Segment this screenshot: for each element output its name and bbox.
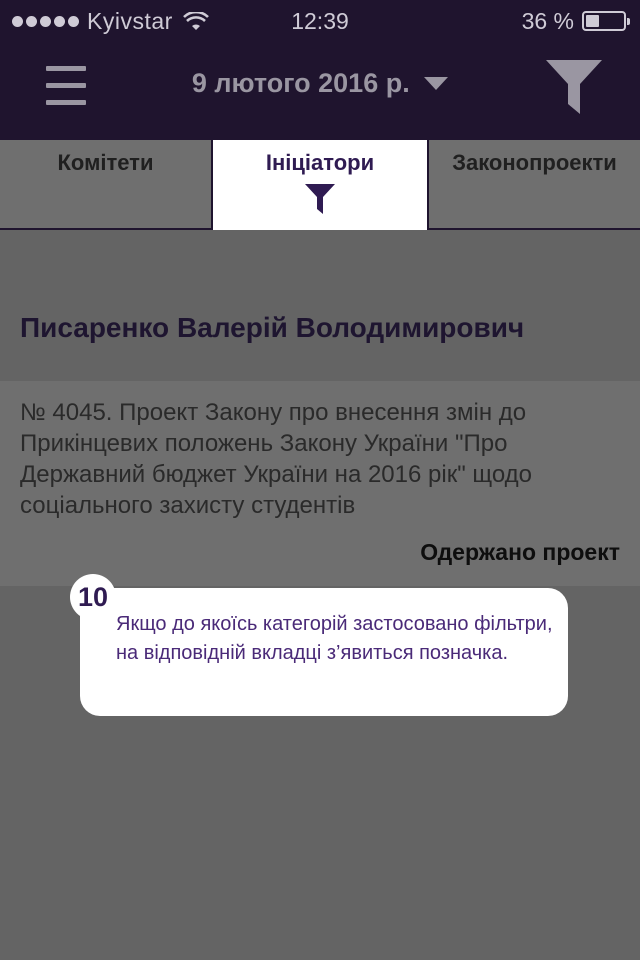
tooltip-text: Якщо до якоїсь категорій застосовано філ… [116,613,553,664]
date-selector[interactable]: 9 лютого 2016 р. [0,68,640,99]
status-bar: Kyivstar 12:39 36 % [0,0,640,40]
bill-status: Одержано проект [420,539,620,565]
battery-fill [586,15,599,27]
onboarding-tooltip: Якщо до якоїсь категорій застосовано філ… [80,588,568,716]
tab-initiators[interactable]: Ініціатори [211,140,429,230]
initiator-name: Писаренко Валерій Володимирович [20,312,525,343]
tab-label: Комітети [57,150,154,175]
caret-down-icon [424,77,449,90]
battery-percent: 36 % [521,8,574,34]
bill-list-item[interactable]: № 4045. Проект Закону про внесення змін … [0,381,640,586]
tab-bills[interactable]: Законопроекти [429,140,640,230]
filter-applied-icon [305,184,335,214]
tab-committees[interactable]: Комітети [0,140,211,230]
tab-label: Законопроекти [452,150,617,175]
tab-bar: Комітети Ініціатори Законопроекти [0,140,640,230]
filter-icon[interactable] [546,60,602,114]
tab-label: Ініціатори [265,150,375,175]
step-number-badge: 10 [70,574,116,620]
app-header: Kyivstar 12:39 36 % 9 лютого 2016 р. [0,0,640,140]
bill-description: № 4045. Проект Закону про внесення змін … [20,399,533,519]
date-label: 9 лютого 2016 р. [191,68,410,98]
battery-icon [582,11,630,31]
